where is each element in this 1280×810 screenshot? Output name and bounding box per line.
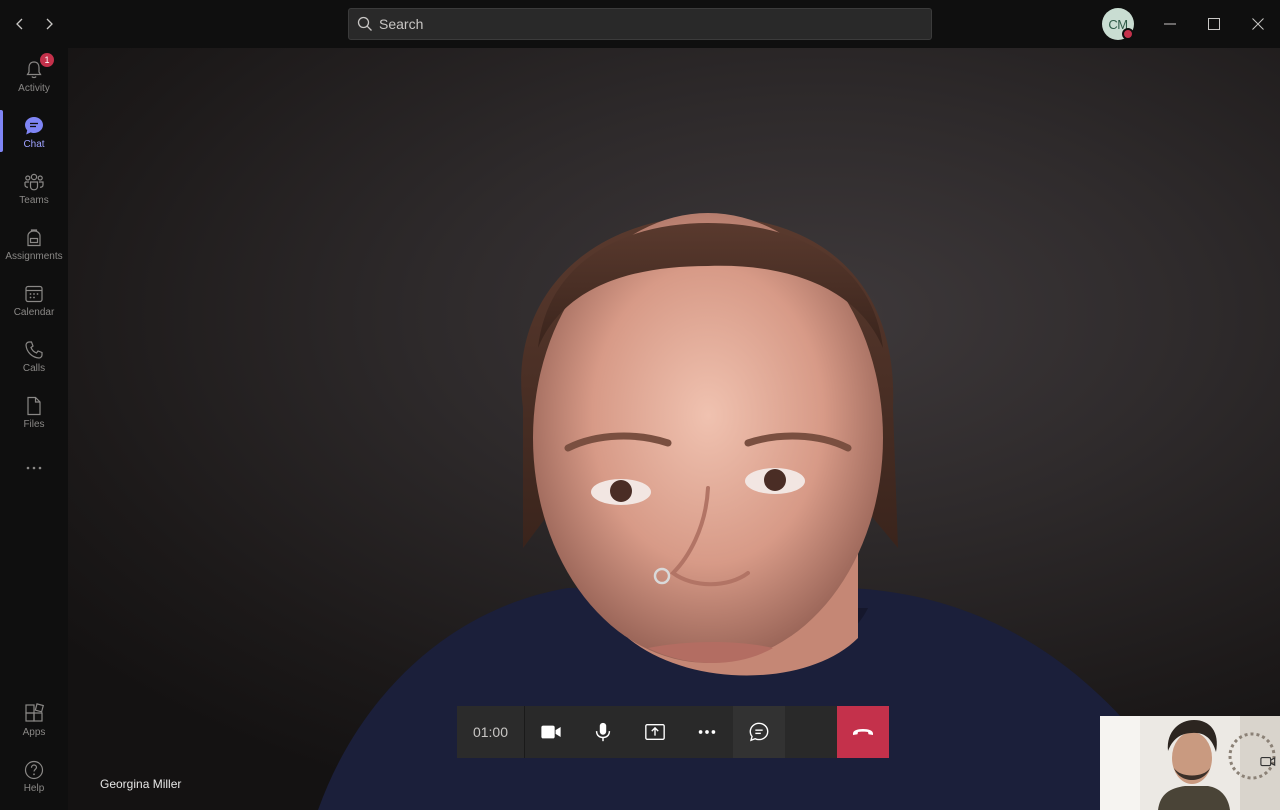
sidebar-item-chat[interactable]: Chat [0,104,68,160]
sidebar-item-help[interactable]: Help [0,748,68,804]
sidebar-item-label: Activity [18,82,50,94]
sidebar-item-label: Apps [22,726,46,738]
minimize-button[interactable] [1148,0,1192,48]
participant-name-label: Georgina Miller [100,777,182,791]
participant-video-image [318,213,1178,810]
minimize-icon [1164,23,1176,25]
sidebar-item-label: Teams [19,194,49,206]
call-controls-bar: 01:00 [457,706,890,758]
sidebar-item-assignments[interactable]: Assignments [0,216,68,272]
call-timer: 01:00 [457,706,525,758]
more-actions-button[interactable] [681,706,733,758]
mic-toggle-button[interactable] [577,706,629,758]
sidebar-item-calls[interactable]: Calls [0,328,68,384]
self-video-preview[interactable] [1100,716,1280,810]
share-screen-button[interactable] [629,706,681,758]
sidebar-item-activity[interactable]: Activity 1 [0,48,68,104]
chevron-right-icon [46,18,53,30]
remote-video-feed [68,48,1280,810]
search-icon [357,16,372,31]
more-apps-button[interactable] [0,440,68,496]
share-screen-icon [645,723,665,741]
search-input[interactable] [379,16,919,32]
sidebar-item-label: Calls [22,362,46,374]
sidebar-item-apps[interactable]: Apps [0,692,68,748]
sidebar-item-label: Chat [23,138,45,150]
hang-up-icon [853,729,873,735]
chevron-left-icon [16,18,23,30]
hang-up-button[interactable] [837,706,889,758]
chat-toggle-button[interactable] [733,706,785,758]
self-video-image [1100,716,1280,810]
help-icon [24,760,44,779]
sidebar-item-files[interactable]: Files [0,384,68,440]
sidebar-item-label: Help [23,782,45,794]
file-icon [27,396,41,415]
search-box[interactable] [348,8,932,40]
maximize-icon [1208,18,1220,30]
more-horizontal-icon [698,730,716,734]
camera-switch-icon[interactable] [1260,754,1276,770]
chat-bubble-icon [749,722,769,742]
sidebar-item-label: Files [23,418,45,430]
sidebar-item-calendar[interactable]: Calendar [0,272,68,328]
back-button[interactable] [8,12,32,36]
sidebar-item-label: Calendar [13,306,55,318]
chat-icon [25,116,43,134]
video-camera-icon [541,725,561,739]
apps-icon [25,702,45,722]
camera-toggle-button[interactable] [525,706,577,758]
forward-button[interactable] [37,12,61,36]
teams-icon [24,173,44,190]
app-bar: Activity 1 Chat Teams Assignments Calend… [0,48,68,810]
maximize-button[interactable] [1192,0,1236,48]
presence-status-icon [1122,28,1134,40]
calendar-icon [25,285,43,302]
sidebar-item-teams[interactable]: Teams [0,160,68,216]
controls-spacer [785,706,837,758]
more-horizontal-icon [26,466,42,470]
microphone-icon [595,722,611,742]
sidebar-item-label: Assignments [5,250,63,262]
phone-icon [25,340,43,359]
close-button[interactable] [1236,0,1280,48]
notification-badge: 1 [40,53,54,67]
title-bar: CM [0,0,1280,48]
close-icon [1252,18,1264,30]
backpack-icon [27,228,41,246]
